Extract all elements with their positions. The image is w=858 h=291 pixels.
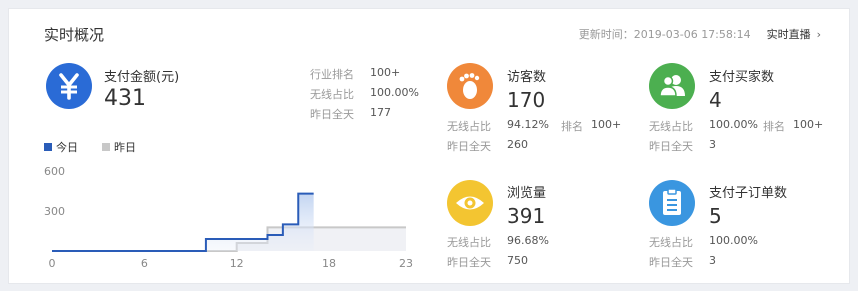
footprint-icon: [447, 63, 493, 109]
clipboard-icon: [649, 180, 695, 226]
update-time: 更新时间：2019-03-06 17:58:14: [578, 28, 751, 41]
users-icon: [649, 63, 695, 109]
pageviews-value: 391: [507, 204, 546, 228]
wireless-share-value: 100.00%: [370, 86, 419, 99]
visitors-yesterday-value: 260: [507, 138, 528, 151]
yesterday-total-key: 昨日全天: [310, 108, 354, 121]
industry-rank-value: 100+: [370, 66, 401, 79]
chart-legend: 今日 昨日: [44, 139, 160, 155]
legend-today-label: 今日: [56, 141, 78, 154]
visitors-yesterday-key: 昨日全天: [447, 140, 491, 153]
buyers-yesterday-key: 昨日全天: [649, 140, 693, 153]
suborders-yesterday-value: 3: [709, 254, 716, 267]
buyers-wireless-key: 无线占比: [649, 120, 693, 133]
visitors-label: 访客数: [507, 70, 547, 85]
pageviews-wireless-key: 无线占比: [447, 236, 491, 249]
visitors-rank-key: 排名: [561, 120, 583, 133]
live-link[interactable]: 实时直播 ›: [767, 28, 821, 41]
suborders-wireless-key: 无线占比: [649, 236, 693, 249]
header-right: 更新时间：2019-03-06 17:58:14 实时直播 ›: [579, 26, 821, 42]
buyers-rank-key: 排名: [763, 120, 785, 133]
pageviews-yesterday-value: 750: [507, 254, 528, 267]
pageviews-yesterday-key: 昨日全天: [447, 256, 491, 269]
buyers-wireless-value: 100.00%: [709, 118, 758, 131]
suborders-yesterday-key: 昨日全天: [649, 256, 693, 269]
buyers-value: 4: [709, 88, 722, 112]
section-title: 实时概况: [44, 26, 105, 44]
yesterday-total-value: 177: [370, 106, 391, 119]
legend-yesterday[interactable]: 昨日: [102, 139, 136, 155]
visitors-wireless-key: 无线占比: [447, 120, 491, 133]
pay-amount-value: 431: [104, 86, 146, 111]
legend-today[interactable]: 今日: [44, 139, 78, 155]
yen-icon: [46, 63, 92, 109]
pageviews-label: 浏览量: [507, 186, 547, 201]
suborders-value: 5: [709, 204, 722, 228]
suborders-label: 支付子订单数: [709, 186, 788, 201]
buyers-yesterday-value: 3: [709, 138, 716, 151]
wireless-share-key: 无线占比: [310, 88, 354, 101]
buyers-label: 支付买家数: [709, 70, 775, 85]
visitors-rank-value: 100+: [591, 118, 622, 131]
pay-amount-label: 支付金额(元): [104, 70, 180, 85]
legend-today-swatch: [44, 143, 52, 151]
pageviews-wireless-value: 96.68%: [507, 234, 549, 247]
visitors-wireless-value: 94.12%: [507, 118, 549, 131]
buyers-rank-value: 100+: [793, 118, 824, 131]
industry-rank-key: 行业排名: [310, 68, 354, 81]
suborders-wireless-value: 100.00%: [709, 234, 758, 247]
legend-yesterday-swatch: [102, 143, 110, 151]
eye-icon: [447, 180, 493, 226]
live-link-label: 实时直播: [766, 28, 811, 41]
legend-yesterday-label: 昨日: [114, 141, 136, 154]
visitors-value: 170: [507, 88, 546, 112]
chevron-right-icon: ›: [816, 28, 821, 41]
